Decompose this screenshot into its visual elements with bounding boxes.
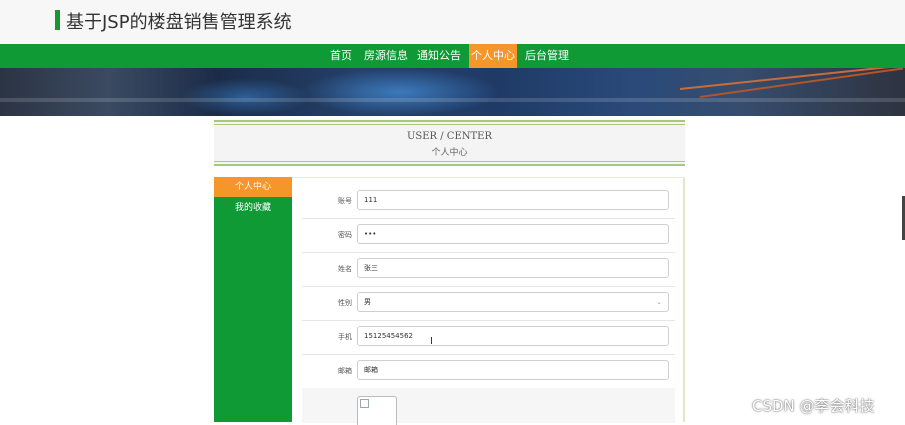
user-center-header: USER / CENTER 个人中心 <box>214 120 685 166</box>
nav-item-user-center[interactable]: 个人中心 <box>469 44 517 68</box>
gender-select[interactable]: 男 ⌄ <box>357 292 669 312</box>
hero-banner-image <box>0 68 905 116</box>
user-center-title-cn: 个人中心 <box>431 148 468 158</box>
nav-item-listings[interactable]: 房源信息 <box>361 44 411 68</box>
field-label: 手机 <box>338 333 352 341</box>
form-row-phone: 手机 15125454562 <box>302 320 675 355</box>
main-nav: 首页 房源信息 通知公告 个人中心 后台管理 <box>0 44 905 68</box>
form-row-email: 邮箱 邮箱 <box>302 354 675 389</box>
watermark-text: CSDN @李会科技 <box>752 397 875 415</box>
nav-item-home[interactable]: 首页 <box>323 44 359 68</box>
field-label: 密码 <box>338 231 352 239</box>
email-input[interactable]: 邮箱 <box>357 360 669 380</box>
profile-form: 账号 111 密码 ••• 姓名 张三 性别 男 ⌄ 手机 1512545456… <box>292 177 685 425</box>
name-input[interactable]: 张三 <box>357 258 669 278</box>
form-row-photo <box>302 388 675 425</box>
site-header: 基于JSP的楼盘销售管理系统 <box>0 0 905 44</box>
photo-image-placeholder[interactable] <box>357 396 397 425</box>
nav-item-admin[interactable]: 后台管理 <box>521 44 573 68</box>
sidebar-item-user-center[interactable]: 个人中心 <box>214 177 292 197</box>
form-row-account: 账号 111 <box>302 184 675 219</box>
form-row-gender: 性别 男 ⌄ <box>302 286 675 321</box>
broken-image-icon <box>360 399 369 408</box>
site-title: 基于JSP的楼盘销售管理系统 <box>66 12 292 33</box>
account-input[interactable]: 111 <box>357 190 669 210</box>
phone-input[interactable]: 15125454562 <box>357 326 669 346</box>
header-top-line <box>214 120 685 122</box>
header-bottom-line <box>214 164 685 166</box>
field-label: 姓名 <box>338 265 352 273</box>
field-label: 账号 <box>338 197 352 205</box>
title-accent-bar <box>55 10 60 30</box>
field-label: 性别 <box>338 299 352 307</box>
form-row-password: 密码 ••• <box>302 218 675 253</box>
chevron-down-icon: ⌄ <box>656 298 662 306</box>
field-label: 邮箱 <box>338 367 352 375</box>
gender-value: 男 <box>364 298 371 306</box>
user-center-title-en: USER / CENTER <box>406 131 493 142</box>
text-cursor-icon: I <box>430 336 433 347</box>
form-row-name: 姓名 张三 <box>302 252 675 287</box>
nav-item-notices[interactable]: 通知公告 <box>414 44 464 68</box>
password-input[interactable]: ••• <box>357 224 669 244</box>
sidebar: 个人中心 我的收藏 <box>214 177 292 422</box>
sidebar-item-favorites[interactable]: 我的收藏 <box>214 198 292 218</box>
